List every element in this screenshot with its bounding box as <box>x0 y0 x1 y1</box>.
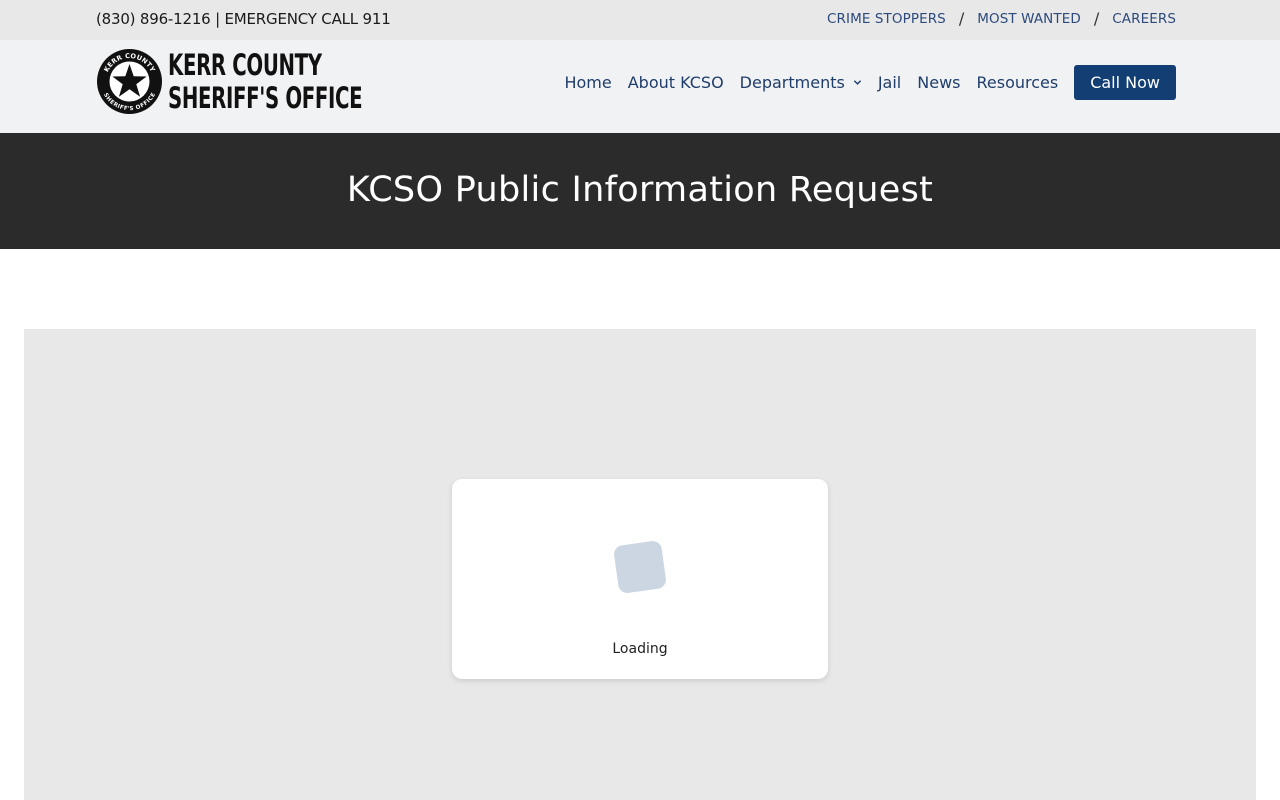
link-separator: / <box>1093 9 1100 28</box>
contact-phone: (830) 896-1216 | EMERGENCY CALL 911 <box>96 10 391 28</box>
link-separator: / <box>958 9 965 28</box>
call-now-button[interactable]: Call Now <box>1074 65 1176 100</box>
site-logo[interactable]: KERR COUNTY SHERIFF'S OFFICE KERR COUNTY… <box>96 48 454 115</box>
nav-about[interactable]: About KCSO <box>628 73 724 92</box>
loading-label: Loading <box>612 641 668 657</box>
top-bar: (830) 896-1216 | EMERGENCY CALL 911 CRIM… <box>0 0 1280 40</box>
nav-jail[interactable]: Jail <box>878 73 901 92</box>
site-header: KERR COUNTY SHERIFF'S OFFICE KERR COUNTY… <box>0 40 1280 133</box>
sheriff-badge-icon: KERR COUNTY SHERIFF'S OFFICE <box>97 49 162 114</box>
crime-stoppers-link[interactable]: CRIME STOPPERS <box>827 11 946 27</box>
nav-departments-label: Departments <box>739 73 845 92</box>
embedded-form-frame: Loading <box>24 329 1256 800</box>
main-nav: Home About KCSO Departments Jail News Re… <box>564 65 1176 100</box>
nav-home[interactable]: Home <box>564 73 611 92</box>
logo-wordmark: KERR COUNTY SHERIFF'S OFFICE <box>168 47 363 115</box>
loading-card: Loading <box>452 479 828 679</box>
chevron-down-icon <box>853 80 861 85</box>
page-hero: KCSO Public Information Request <box>0 133 1280 249</box>
nav-news[interactable]: News <box>917 73 960 92</box>
most-wanted-link[interactable]: MOST WANTED <box>977 11 1081 27</box>
logo-line-1: KERR COUNTY <box>168 47 322 82</box>
nav-resources[interactable]: Resources <box>976 73 1058 92</box>
page-title: KCSO Public Information Request <box>346 170 934 210</box>
nav-departments[interactable]: Departments <box>740 73 862 92</box>
logo-line-2: SHERIFF'S OFFICE <box>168 80 363 115</box>
loading-spinner-icon <box>612 539 668 595</box>
careers-link[interactable]: CAREERS <box>1112 11 1176 27</box>
top-links: CRIME STOPPERS / MOST WANTED / CAREERS <box>827 9 1176 28</box>
